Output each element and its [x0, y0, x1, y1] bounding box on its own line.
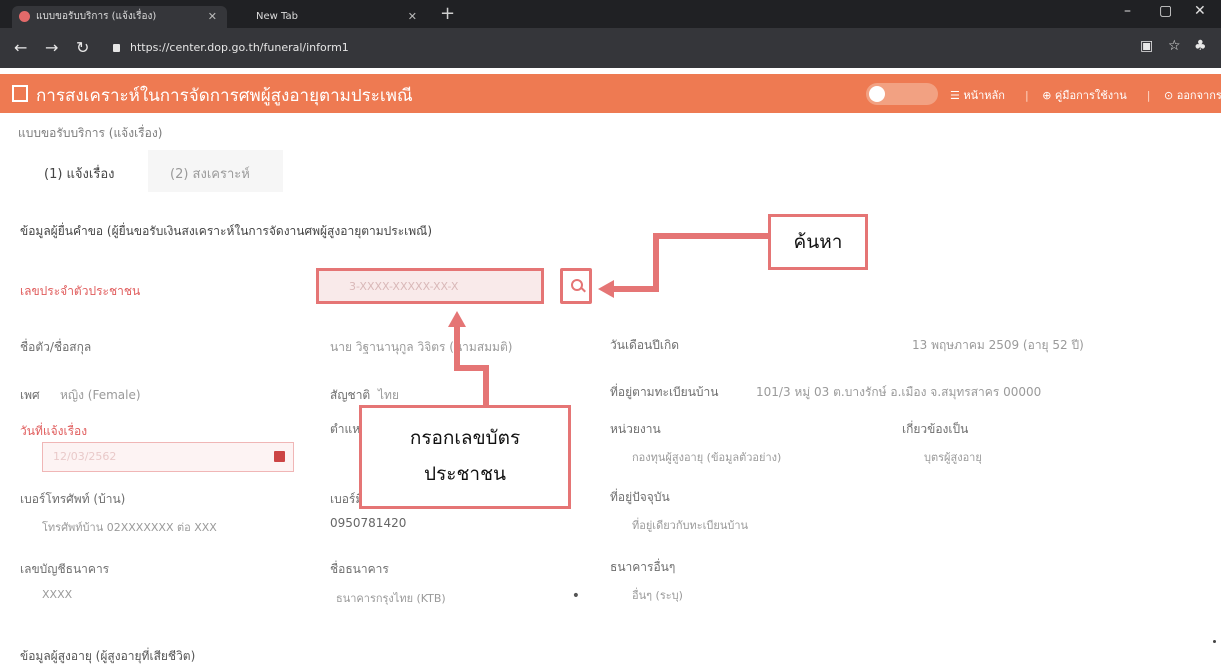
search-callout: ค้นหา [768, 214, 868, 270]
search-arrowhead-icon [598, 280, 614, 298]
input-callout-line2: ประชาชน [424, 463, 506, 485]
search-arrow-line [608, 233, 768, 292]
input-arrowhead-icon [448, 311, 466, 327]
input-callout-line1: กรอกเลขบัตร [409, 427, 521, 449]
input-arrow-line [454, 322, 489, 405]
annotation-arrows [448, 233, 768, 405]
input-callout: กรอกเลขบัตร ประชาชน [359, 405, 571, 509]
